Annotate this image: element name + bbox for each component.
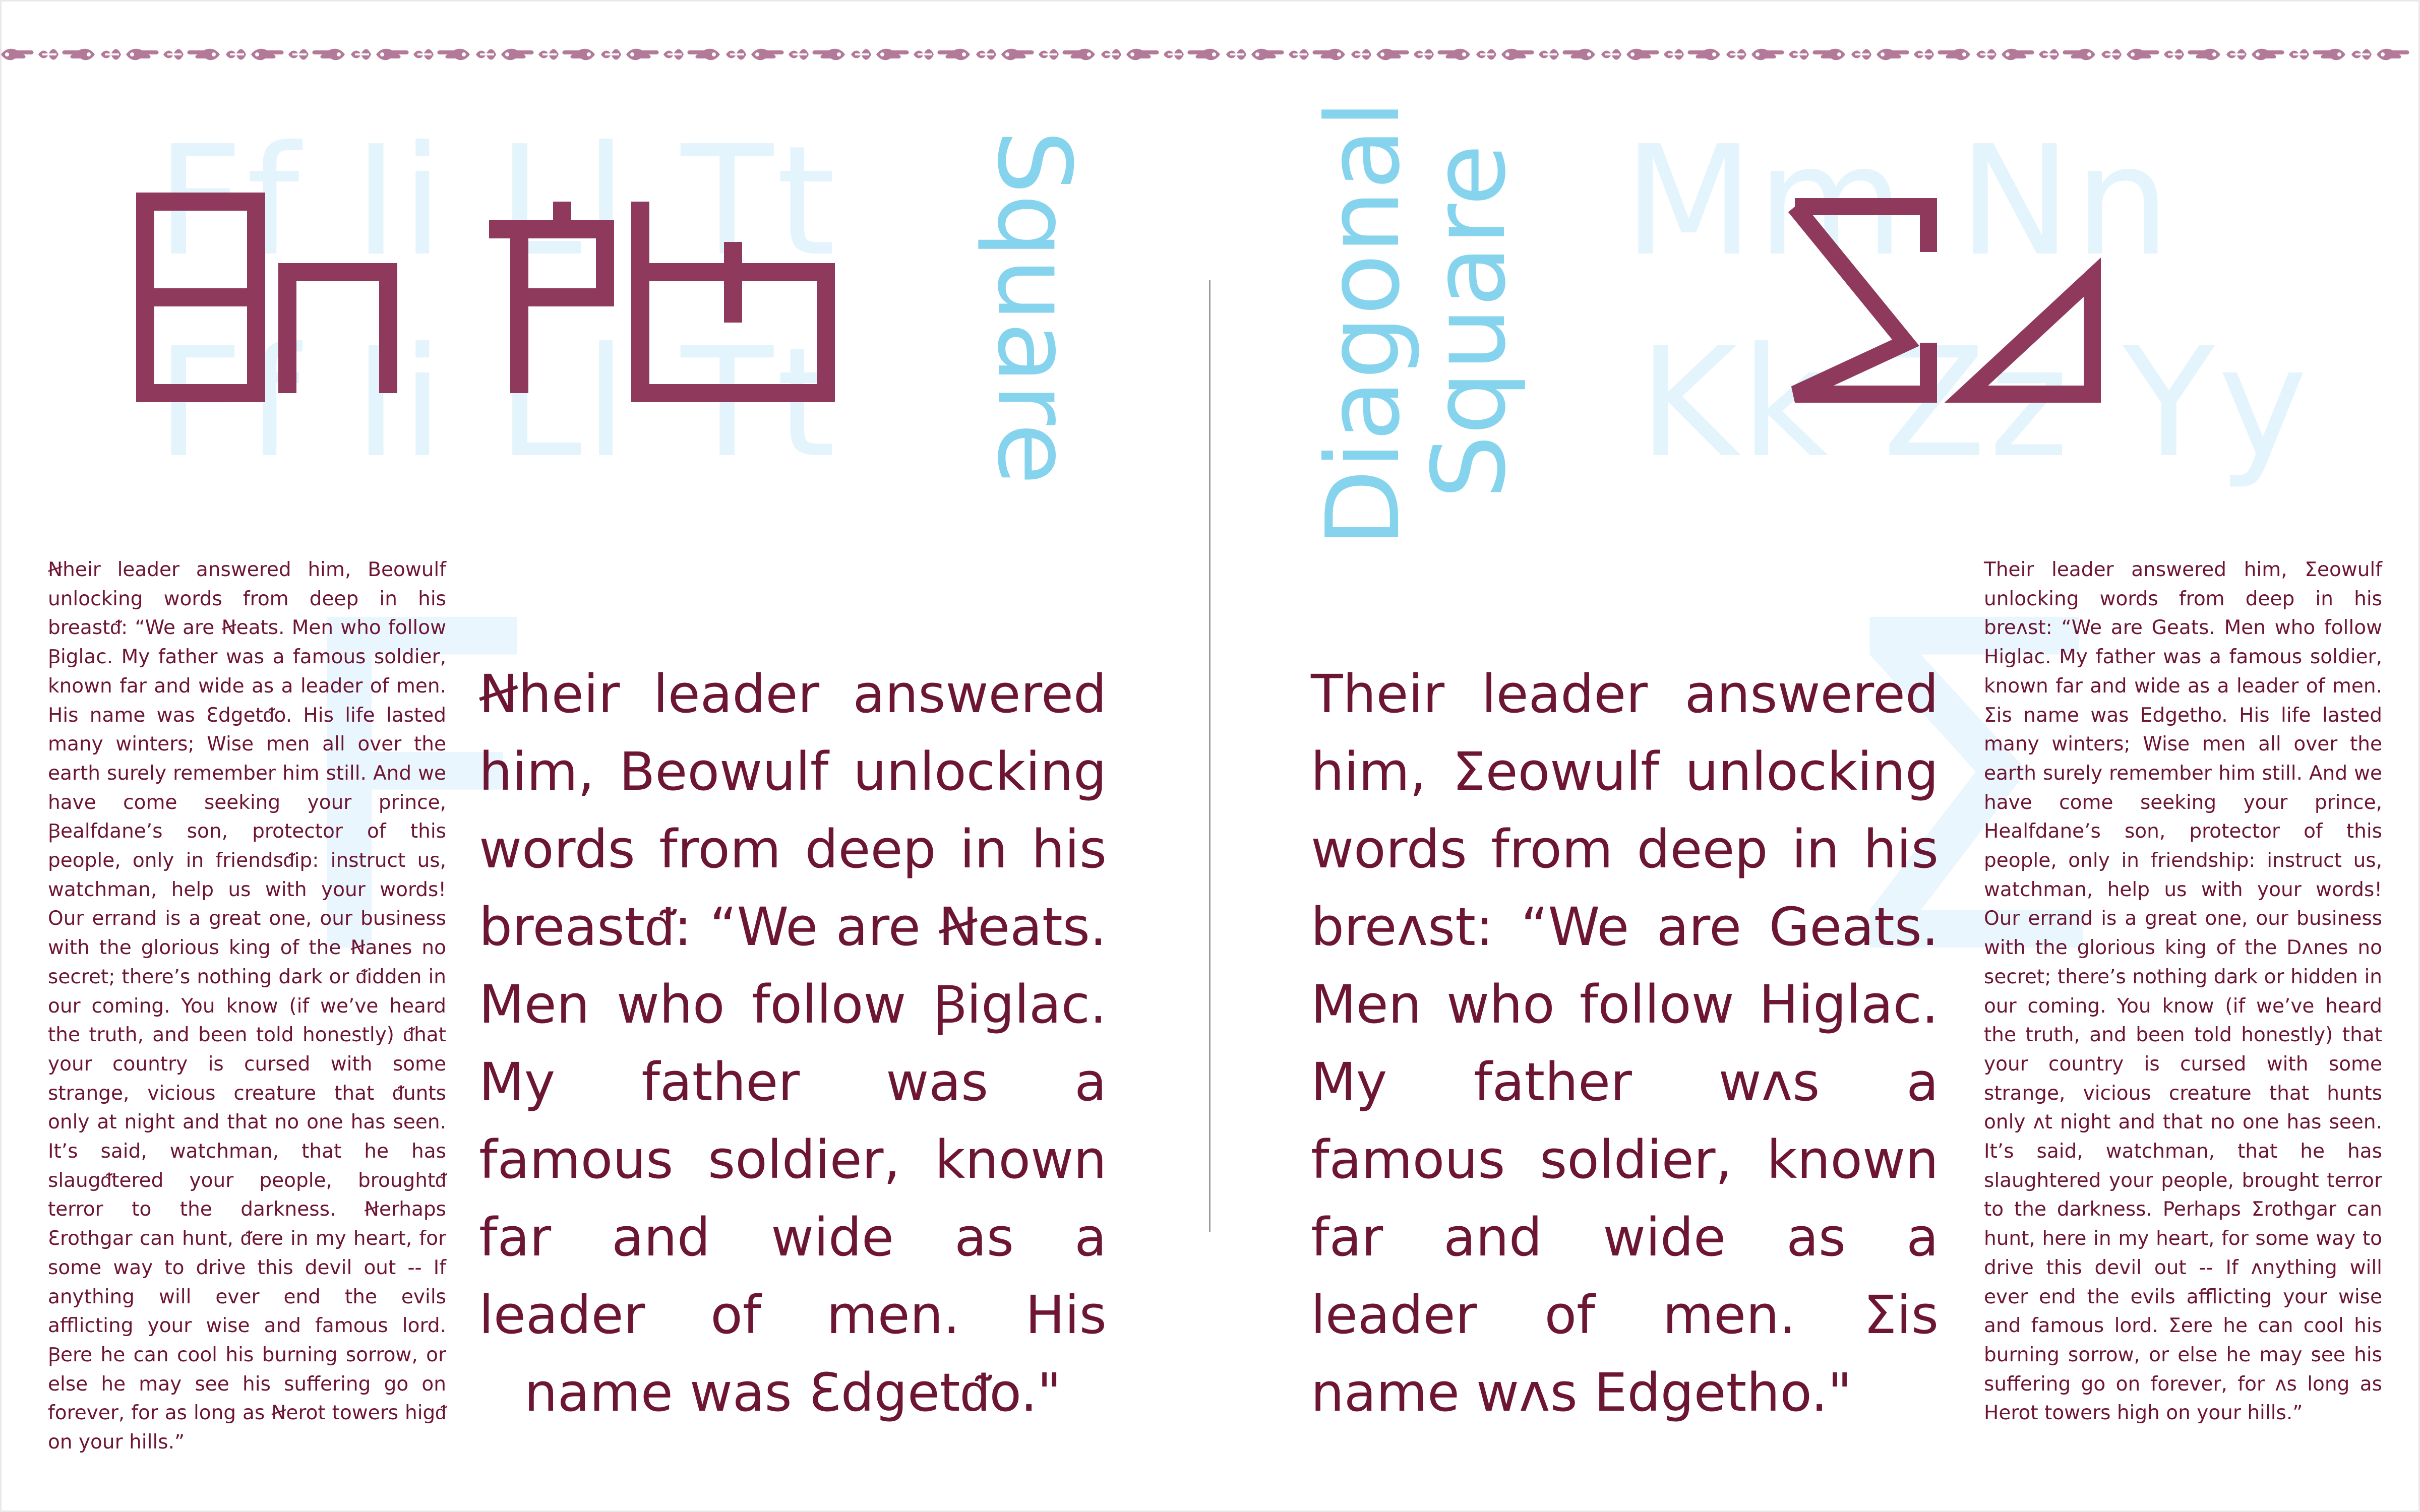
fleuron-ornament-icon <box>413 49 434 60</box>
heading-square-right: Square <box>1411 144 1528 499</box>
fleuron-ornament-icon <box>1601 49 1621 60</box>
pointing-hand-ornament-icon <box>1376 48 1409 60</box>
pointing-hand-ornament-icon <box>376 48 409 60</box>
fleuron-ornament-icon <box>101 49 121 60</box>
square-glyph-n-icon <box>278 263 397 393</box>
pointing-hand-ornament-icon <box>562 48 595 60</box>
pointing-hand-ornament-icon <box>937 48 970 60</box>
fleuron-ornament-icon <box>476 49 496 60</box>
pointing-hand-ornament-icon <box>687 48 720 60</box>
fleuron-ornament-icon <box>914 49 934 60</box>
fleuron-ornament-icon <box>976 49 996 60</box>
square-glyph-h-icon <box>136 193 265 402</box>
pointing-hand-ornament-icon <box>1312 48 1345 60</box>
fleuron-ornament-icon <box>2351 49 2372 60</box>
square-glyph-t-icon <box>631 202 835 402</box>
pointing-hand-ornament-icon <box>1877 48 1909 60</box>
pointing-hand-ornament-icon <box>876 48 909 60</box>
pointing-hand-ornament-icon <box>1437 48 1470 60</box>
fleuron-ornament-icon <box>2226 49 2247 60</box>
fleuron-ornament-icon <box>1914 49 1934 60</box>
pointing-hand-ornament-icon <box>2377 48 2409 60</box>
fleuron-ornament-icon <box>1164 49 1184 60</box>
fleuron-ornament-icon <box>1976 49 1996 60</box>
pointing-hand-ornament-icon <box>1126 48 1159 60</box>
pointing-hand-ornament-icon <box>626 48 659 60</box>
page-divider <box>1209 280 1211 1232</box>
fleuron-ornament-icon <box>1351 49 1371 60</box>
fleuron-ornament-icon <box>2101 49 2122 60</box>
fleuron-ornament-icon <box>2164 49 2184 60</box>
heading-square: Square <box>975 130 1093 485</box>
pointing-hand-ornament-icon <box>437 48 470 60</box>
pointing-hand-ornament-icon <box>2252 48 2284 60</box>
pointing-hand-ornament-icon <box>1562 48 1595 60</box>
fleuron-ornament-icon <box>2289 49 2309 60</box>
pointing-hand-ornament-icon <box>1687 48 1720 60</box>
pointing-hand-ornament-icon <box>2002 48 2034 60</box>
fleuron-ornament-icon <box>1539 49 1559 60</box>
fleuron-ornament-icon <box>1226 49 1246 60</box>
fleuron-ornament-icon <box>226 49 246 60</box>
diagonal-display-glyphs <box>1788 198 2101 403</box>
fleuron-ornament-icon <box>1664 49 1684 60</box>
pointing-hand-ornament-icon <box>2127 48 2159 60</box>
big-text-left: Ꞥheir leader answered him, Beowulf unloc… <box>479 663 1107 1423</box>
pointing-hand-ornament-icon <box>1 48 34 60</box>
pointing-hand-ornament-icon <box>1501 48 1534 60</box>
fleuron-ornament-icon <box>351 49 371 60</box>
square-glyph-f-icon <box>489 202 614 393</box>
square-display-glyphs <box>136 193 835 402</box>
pointing-hand-ornament-icon <box>251 48 284 60</box>
pointing-hand-ornament-icon <box>1187 48 1220 60</box>
fleuron-ornament-icon <box>789 49 809 60</box>
fleuron-ornament-icon <box>1289 49 1309 60</box>
pointing-hand-ornament-icon <box>62 48 95 60</box>
pointing-hand-ornament-icon <box>2188 48 2220 60</box>
fleuron-ornament-icon <box>851 49 871 60</box>
pointing-hand-ornament-icon <box>1251 48 1284 60</box>
pointing-hand-ornament-icon <box>1626 48 1659 60</box>
pointing-hand-ornament-icon <box>126 48 159 60</box>
fleuron-ornament-icon <box>1039 49 1059 60</box>
small-text-right: Their leader answered him, Ʃeowulf unloc… <box>1984 558 2382 1425</box>
pointing-hand-ornament-icon <box>187 48 220 60</box>
pointing-hand-ornament-icon <box>751 48 784 60</box>
pointing-hand-ornament-icon <box>1062 48 1095 60</box>
fleuron-ornament-icon <box>1414 49 1434 60</box>
diagonal-glyph-sigma-icon <box>1788 198 1937 403</box>
fleuron-ornament-icon <box>1101 49 1121 60</box>
fleuron-ornament-icon <box>726 49 746 60</box>
pointing-hand-ornament-icon <box>2063 48 2095 60</box>
ornament-border <box>0 39 2420 70</box>
heading-diagonal: Diagonal <box>1305 100 1422 547</box>
pointing-hand-ornament-icon <box>812 48 845 60</box>
pointing-hand-ornament-icon <box>1938 48 1970 60</box>
fleuron-ornament-icon <box>601 49 621 60</box>
diagonal-glyph-triangle-icon <box>1944 258 2101 403</box>
pointing-hand-ornament-icon <box>2313 48 2345 60</box>
fleuron-ornament-icon <box>663 49 684 60</box>
fleuron-ornament-icon <box>2039 49 2059 60</box>
big-text-right: Their leader answered him, Ʃeowulf unloc… <box>1311 663 1939 1423</box>
fleuron-ornament-icon <box>163 49 184 60</box>
fleuron-ornament-icon <box>1476 49 1496 60</box>
fleuron-ornament-icon <box>1789 49 1809 60</box>
pointing-hand-ornament-icon <box>1812 48 1845 60</box>
pointing-hand-ornament-icon <box>1 48 2409 60</box>
fleuron-ornament-icon <box>38 49 58 60</box>
fleuron-ornament-icon <box>1851 49 1871 60</box>
pointing-hand-ornament-icon <box>312 48 345 60</box>
small-text-left: Ꞥheir leader answered him, Beowulf unloc… <box>48 558 446 1454</box>
fleuron-ornament-icon <box>288 49 309 60</box>
pointing-hand-ornament-icon <box>501 48 534 60</box>
pointing-hand-ornament-icon <box>1001 48 1034 60</box>
fleuron-ornament-icon <box>1726 49 1746 60</box>
pointing-hand-ornament-icon <box>1751 48 1784 60</box>
fleuron-ornament-icon <box>538 49 559 60</box>
